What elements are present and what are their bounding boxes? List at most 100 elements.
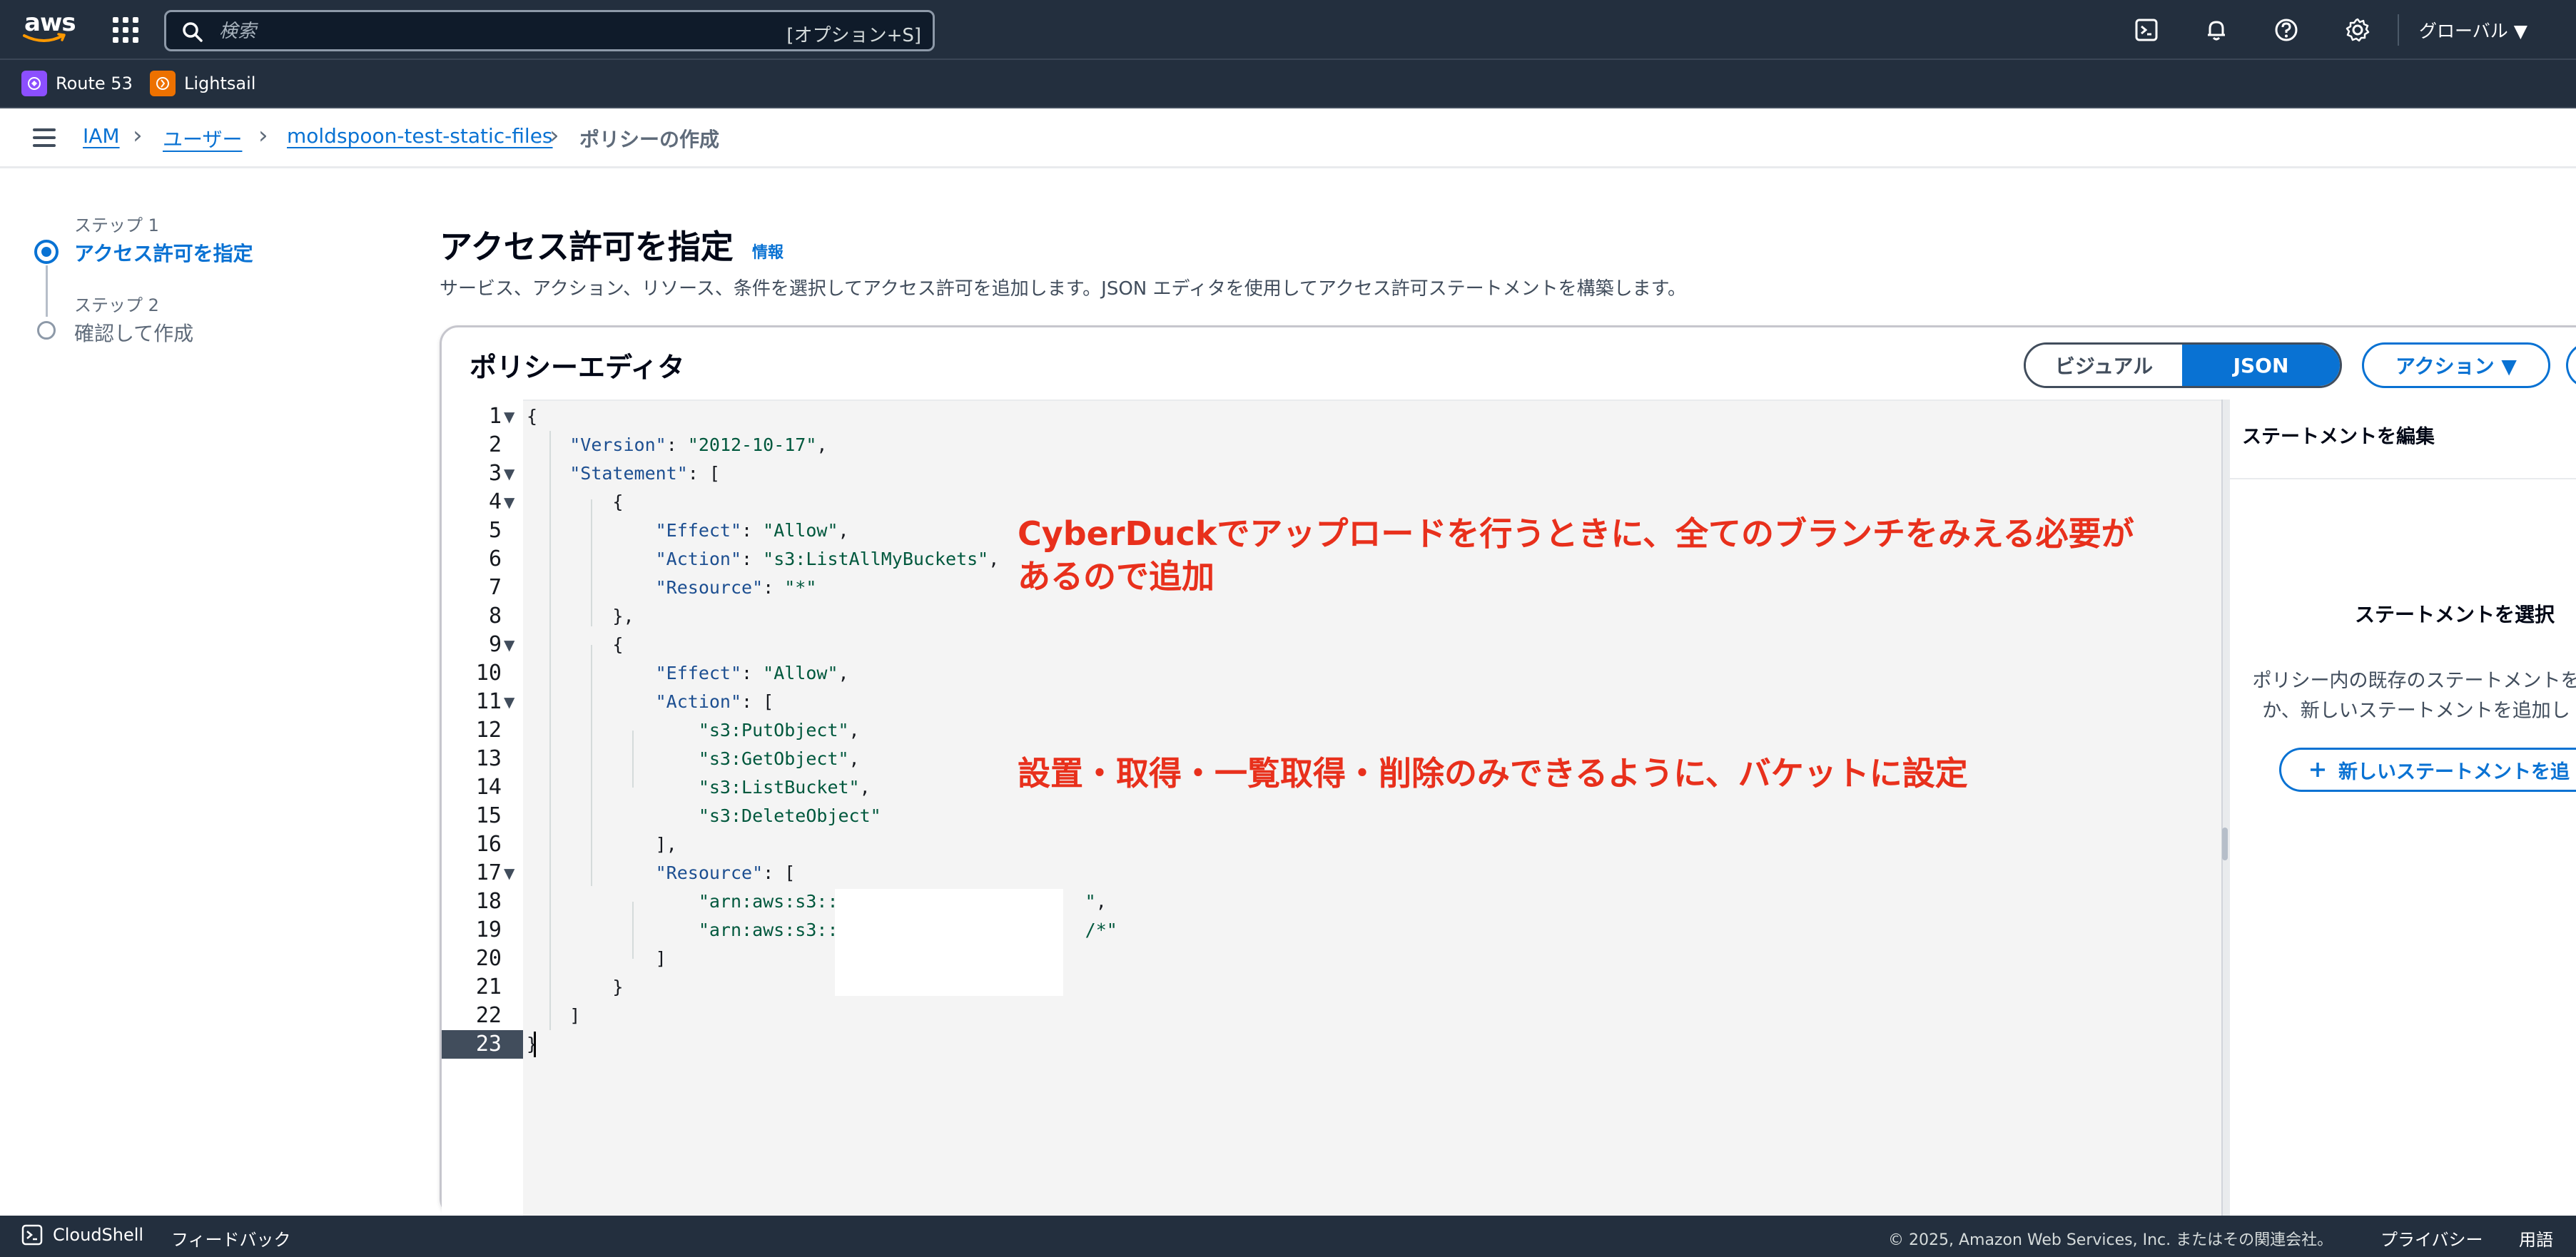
search-input[interactable] (218, 19, 788, 44)
feedback-link[interactable]: フィードバック (171, 1226, 291, 1251)
code-line: "Version": "2012-10-17", (569, 434, 828, 455)
visual-mode-button[interactable]: ビジュアル (2026, 345, 2183, 386)
code-line: "Statement": [ (569, 463, 720, 484)
step-connector (46, 265, 48, 317)
breadcrumb-user-name[interactable]: moldspoon-test-static-files (287, 124, 553, 148)
code-line: { (527, 492, 624, 512)
line-number: 1 (488, 404, 502, 429)
line-number: 16 (475, 832, 502, 857)
menu-icon[interactable] (33, 128, 56, 147)
panel-splitter[interactable] (2221, 400, 2230, 1216)
fold-caret-icon[interactable]: ▼ (504, 459, 514, 488)
line-number: 20 (475, 946, 502, 971)
line-number: 3 (488, 461, 502, 486)
line-number: 18 (475, 889, 502, 914)
annotation-2: 設置・取得・一覧取得・削除のみできるように、バケットに設定 (1018, 754, 1968, 793)
line-number: 22 (475, 1003, 502, 1028)
favorite-lightsail[interactable]: Lightsail (150, 68, 255, 98)
step-1-indicator (34, 240, 59, 264)
plus-icon (2311, 763, 2325, 777)
actions-dropdown-button[interactable]: アクション ▼ (2362, 342, 2550, 388)
code-line: ] (527, 948, 666, 969)
code-line: "Action": [ (655, 691, 774, 712)
favorites-bar: Route 53 Lightsail (0, 60, 2576, 108)
line-number: 5 (488, 518, 502, 543)
line-number: 2 (488, 432, 502, 457)
annotation-1-line-1: CyberDuckでアップロードを行うときに、全てのブランチをみえる必要が (1018, 514, 2134, 553)
fold-caret-icon[interactable]: ▼ (504, 631, 514, 659)
cloudshell-icon[interactable] (2131, 14, 2162, 46)
add-new-statement-button[interactable]: 新しいステートメントを追 (2279, 748, 2576, 792)
step-1-label: ステップ 1 (74, 215, 159, 235)
line-number: 21 (475, 974, 502, 999)
indent-guide (632, 731, 634, 788)
indent-guide (591, 645, 592, 886)
side-panel-header: ステートメントを編集 (2242, 426, 2435, 448)
services-grid-icon[interactable] (113, 17, 138, 43)
side-desc-line-1: ポリシー内の既存のステートメントを (2252, 670, 2576, 692)
fold-caret-icon[interactable]: ▼ (504, 402, 514, 431)
breadcrumb-current: ポリシーの作成 (579, 128, 720, 151)
favorite-route53[interactable]: Route 53 (21, 68, 133, 98)
chevron-right-icon: › (549, 121, 559, 150)
json-mode-button[interactable]: JSON (2182, 345, 2340, 386)
step-2-title: 確認して作成 (74, 322, 194, 345)
lightsail-icon (150, 71, 176, 96)
line-number: 4 (488, 489, 502, 514)
statement-side-panel (2230, 400, 2576, 1216)
step-2-label: ステップ 2 (74, 295, 159, 315)
add-new-statement-label: 新しいステートメントを追 (2338, 760, 2570, 783)
fold-caret-icon[interactable]: ▼ (504, 488, 514, 516)
editor-mode-toggle: ビジュアル JSON (2024, 342, 2342, 388)
fold-caret-icon[interactable]: ▼ (504, 859, 514, 887)
line-number: 15 (475, 803, 502, 828)
line-number: 6 (488, 546, 502, 571)
line-number: 10 (475, 661, 502, 686)
code-line: "Effect": "Allow", (655, 520, 849, 541)
cloudshell-footer-icon (21, 1224, 43, 1246)
annotation-1-line-2: あるので追加 (1018, 557, 1215, 596)
code-line: "Action": "s3:ListAllMyBuckets", (655, 549, 1000, 569)
copyright-text: © 2025, Amazon Web Services, Inc. またはその関… (1888, 1231, 2333, 1249)
code-line: "s3:DeleteObject" (698, 805, 881, 826)
search-box[interactable]: [オプション+S] (164, 10, 935, 51)
code-line: "s3:PutObject", (698, 720, 860, 741)
cloudshell-button[interactable]: CloudShell (21, 1224, 143, 1246)
search-shortcut-hint: [オプション+S] (786, 25, 921, 46)
code-line: "Resource": "*" (655, 577, 817, 598)
gear-icon[interactable] (2342, 14, 2373, 46)
bell-icon[interactable] (2201, 14, 2232, 46)
line-number: 11 (475, 689, 502, 714)
code-line: "s3:GetObject", (698, 748, 860, 769)
footer: CloudShell フィードバック © 2025, Amazon Web Se… (0, 1216, 2576, 1257)
help-icon[interactable] (2271, 14, 2302, 46)
splitter-handle[interactable] (2222, 828, 2228, 860)
region-selector[interactable]: グローバル ▼ (2419, 17, 2527, 43)
indent-guide (632, 902, 634, 959)
side-desc-line-2: か、新しいステートメントを追加し (2262, 700, 2570, 722)
breadcrumb-iam[interactable]: IAM (83, 124, 120, 148)
chevron-right-icon: › (133, 121, 143, 150)
cloudshell-label: CloudShell (53, 1225, 144, 1245)
code-line: }, (527, 606, 634, 626)
line-number: 23 (442, 1030, 523, 1059)
chevron-right-icon: › (258, 121, 268, 150)
line-number: 8 (488, 604, 502, 628)
code-line: { (527, 634, 624, 655)
info-link[interactable]: 情報 (752, 240, 784, 263)
fold-caret-icon[interactable]: ▼ (504, 688, 514, 716)
aws-logo[interactable]: aws (21, 9, 76, 49)
favorite-label: Lightsail (184, 73, 256, 93)
step-1-title[interactable]: アクセス許可を指定 (74, 238, 253, 267)
text-cursor (534, 1032, 536, 1057)
select-statement-description: ポリシー内の既存のステートメントを か、新しいステートメントを追加し (2245, 666, 2576, 726)
breadcrumb-users[interactable]: ユーザー (163, 124, 242, 153)
line-number: 12 (475, 718, 502, 743)
terms-link[interactable]: 用語 (2519, 1226, 2553, 1251)
line-number: 13 (475, 746, 502, 771)
page-description: サービス、アクション、リソース、条件を選択してアクセス許可を追加します。JSON… (440, 278, 1687, 300)
privacy-link[interactable]: プライバシー (2380, 1226, 2483, 1251)
line-number: 17 (475, 860, 502, 885)
indent-guide (591, 499, 592, 626)
code-line: "s3:ListBucket", (698, 777, 871, 798)
